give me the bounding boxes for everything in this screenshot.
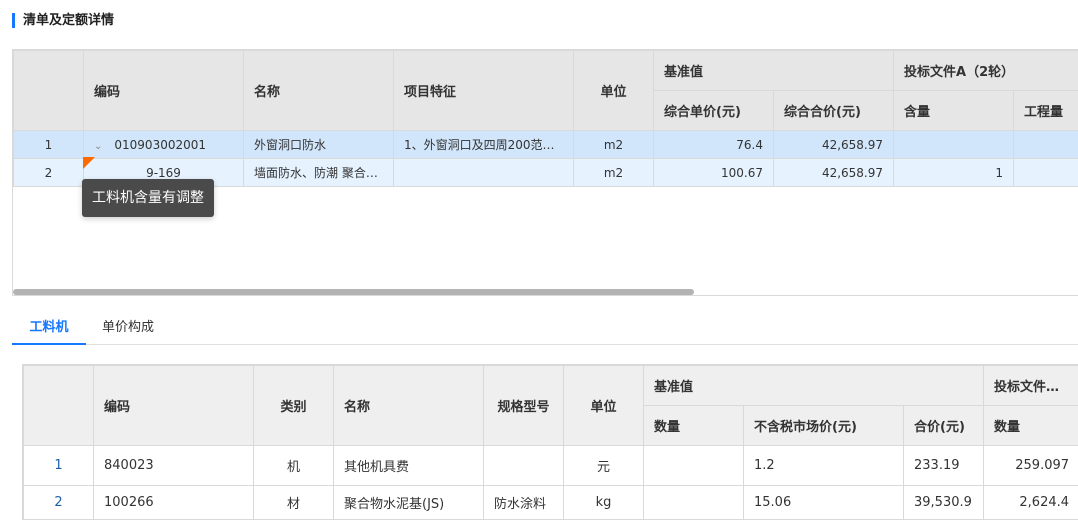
content-cell — [894, 131, 1014, 159]
header-index — [24, 366, 94, 446]
unit-price-cell: 76.4 — [654, 131, 774, 159]
price-cell: 15.06 — [744, 486, 904, 520]
total-cell: 233.19 — [904, 446, 984, 486]
horizontal-scrollbar[interactable] — [13, 289, 694, 295]
adjusted-flag-icon[interactable] — [83, 157, 95, 169]
header-total-price[interactable]: 综合合价(元) — [774, 91, 894, 131]
bill-table: 编码 名称 项目特征 单位 基准值 投标文件A（2轮） 综合单价(元) 综合合价… — [12, 49, 1078, 296]
bid-qty-cell: 2,624.4 — [984, 486, 1078, 520]
unit-cell: m2 — [574, 131, 654, 159]
tooltip: 工料机含量有调整 — [82, 179, 214, 217]
tab-bar: 工料机 单价构成 — [12, 314, 1078, 345]
row-index: 1 — [14, 131, 84, 159]
tab-unit-price[interactable]: 单价构成 — [102, 314, 154, 345]
header-baseline: 基准值 — [644, 366, 984, 406]
total-price-cell: 42,658.97 — [774, 159, 894, 187]
bid-qty-cell: 259.097 — [984, 446, 1078, 486]
category-cell: 机 — [254, 446, 334, 486]
name-cell: 聚合物水泥基(JS) — [334, 486, 484, 520]
header-price[interactable]: 不含税市场价(元) — [744, 406, 904, 446]
table-row[interactable]: 2 100266 材 聚合物水泥基(JS) 防水涂料 kg 15.06 39,5… — [24, 486, 1078, 520]
header-bid: 投标文件A（2轮） — [894, 51, 1078, 91]
quantity-cell — [1014, 131, 1078, 159]
row-index: 2 — [24, 486, 94, 520]
row-index: 2 — [14, 159, 84, 187]
tab-materials[interactable]: 工料机 — [12, 314, 86, 345]
header-code[interactable]: 编码 — [84, 51, 244, 131]
section-title: 清单及定额详情 — [12, 13, 114, 28]
qty-cell — [644, 446, 744, 486]
header-index — [14, 51, 84, 131]
header-name[interactable]: 名称 — [244, 51, 394, 131]
header-unit-price[interactable]: 综合单价(元) — [654, 91, 774, 131]
name-cell: 其他机具费 — [334, 446, 484, 486]
total-cell: 39,530.9 — [904, 486, 984, 520]
code-cell: 100266 — [94, 486, 254, 520]
unit-cell: kg — [564, 486, 644, 520]
code-cell: 840023 — [94, 446, 254, 486]
feature-cell: 1、外窗洞口及四周200范围内... — [394, 131, 574, 159]
row-index: 1 — [24, 446, 94, 486]
header-content[interactable]: 含量 — [894, 91, 1014, 131]
header-unit[interactable]: 单位 — [564, 366, 644, 446]
header-total[interactable]: 合价(元) — [904, 406, 984, 446]
total-price-cell: 42,658.97 — [774, 131, 894, 159]
chevron-down-icon[interactable]: ⌄ — [94, 141, 102, 152]
content-cell: 1 — [894, 159, 1014, 187]
table-row[interactable]: 1 840023 机 其他机具费 元 1.2 233.19 259.097 — [24, 446, 1078, 486]
header-unit[interactable]: 单位 — [574, 51, 654, 131]
header-bid: 投标文件A（2 — [984, 366, 1078, 406]
header-code[interactable]: 编码 — [94, 366, 254, 446]
feature-cell — [394, 159, 574, 187]
unit-price-cell: 100.67 — [654, 159, 774, 187]
unit-cell: 元 — [564, 446, 644, 486]
code-text: 010903002001 — [114, 138, 206, 152]
materials-table: 编码 类别 名称 规格型号 单位 基准值 投标文件A（2 数量 不含税市场价(元… — [22, 364, 1078, 520]
spec-cell: 防水涂料 — [484, 486, 564, 520]
header-quantity[interactable]: 工程量 — [1014, 91, 1078, 131]
header-feature[interactable]: 项目特征 — [394, 51, 574, 131]
header-bid-qty[interactable]: 数量 — [984, 406, 1078, 446]
name-cell: 墙面防水、防潮 聚合物水泥基 — [244, 159, 394, 187]
code-cell[interactable]: ⌄ 010903002001 — [84, 131, 244, 159]
header-qty[interactable]: 数量 — [644, 406, 744, 446]
price-cell: 1.2 — [744, 446, 904, 486]
category-cell: 材 — [254, 486, 334, 520]
quantity-cell — [1014, 159, 1078, 187]
qty-cell — [644, 486, 744, 520]
header-name[interactable]: 名称 — [334, 366, 484, 446]
header-baseline: 基准值 — [654, 51, 894, 91]
name-cell: 外窗洞口防水 — [244, 131, 394, 159]
table-row[interactable]: 1 ⌄ 010903002001 外窗洞口防水 1、外窗洞口及四周200范围内..… — [14, 131, 1078, 159]
header-category[interactable]: 类别 — [254, 366, 334, 446]
unit-cell: m2 — [574, 159, 654, 187]
spec-cell — [484, 446, 564, 486]
header-spec[interactable]: 规格型号 — [484, 366, 564, 446]
